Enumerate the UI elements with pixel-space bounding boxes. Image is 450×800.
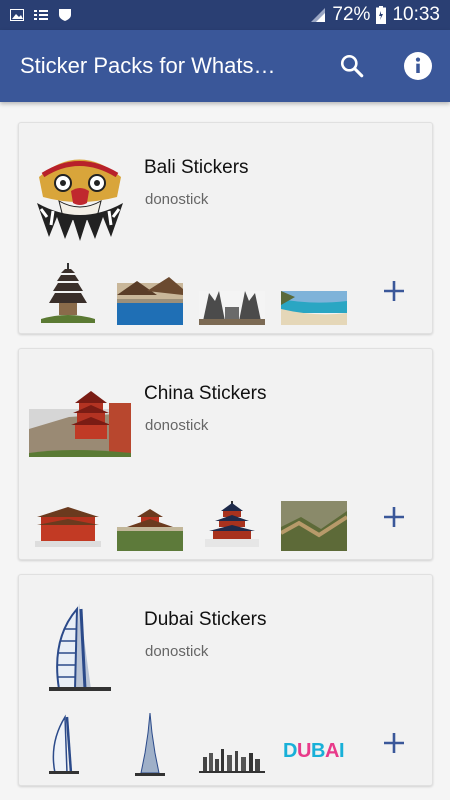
battery-percent: 72% (332, 4, 371, 25)
sticker-pack-card[interactable]: Bali Stickers donostick (18, 122, 433, 334)
barong-mask-image (37, 159, 123, 241)
add-pack-button[interactable] (380, 729, 408, 757)
search-button[interactable] (334, 48, 370, 84)
pack-publisher: donostick (145, 643, 209, 660)
signal-icon (311, 8, 326, 22)
add-pack-button[interactable] (380, 277, 408, 305)
sticker-pack-card[interactable]: China Stickers donostick (18, 348, 433, 560)
pagoda-temple-thumbnail (41, 263, 95, 323)
skyline-thumbnail (199, 749, 265, 773)
pack-name: Dubai Stickers (144, 609, 267, 630)
info-icon (404, 52, 432, 80)
search-icon (340, 54, 364, 78)
dubai-logo-thumbnail: D U B A I (283, 740, 345, 762)
garden-pavilion-thumbnail (117, 509, 183, 551)
clock: 10:33 (392, 4, 440, 25)
svg-text:I: I (339, 740, 345, 762)
temple-gate-thumbnail (199, 291, 265, 325)
pack-name: Bali Stickers (144, 157, 249, 178)
image-icon (10, 9, 24, 21)
svg-text:A: A (325, 740, 339, 762)
pack-name: China Stickers (144, 383, 267, 404)
app-bar: Sticker Packs for Whats… (0, 30, 450, 102)
burj-al-arab-image (49, 603, 111, 691)
list-icon (34, 10, 48, 20)
svg-text:U: U (297, 740, 311, 762)
pack-publisher: donostick (145, 191, 209, 208)
red-pagoda-image (29, 391, 131, 457)
great-wall-thumbnail (281, 501, 347, 551)
sticker-pack-card[interactable]: Dubai Stickers donostick D U B A I (18, 574, 433, 786)
burj-al-arab-thumbnail (49, 714, 79, 774)
temple-of-heaven-thumbnail (205, 501, 259, 547)
burj-khalifa-thumbnail (135, 713, 165, 776)
sticker-pack-list: Bali Stickers donostick China Stickers d… (18, 122, 433, 800)
battery-icon (376, 6, 387, 24)
palace-hall-thumbnail (35, 507, 101, 547)
pool-resort-thumbnail (117, 277, 183, 325)
svg-text:B: B (311, 740, 325, 762)
pack-publisher: donostick (145, 417, 209, 434)
beach-thumbnail (281, 291, 347, 325)
info-button[interactable] (400, 48, 436, 84)
svg-text:D: D (283, 740, 297, 762)
add-pack-button[interactable] (380, 503, 408, 531)
app-title: Sticker Packs for Whats… (20, 53, 276, 78)
shield-icon (59, 9, 71, 21)
status-bar: 72% 10:33 (0, 0, 450, 30)
